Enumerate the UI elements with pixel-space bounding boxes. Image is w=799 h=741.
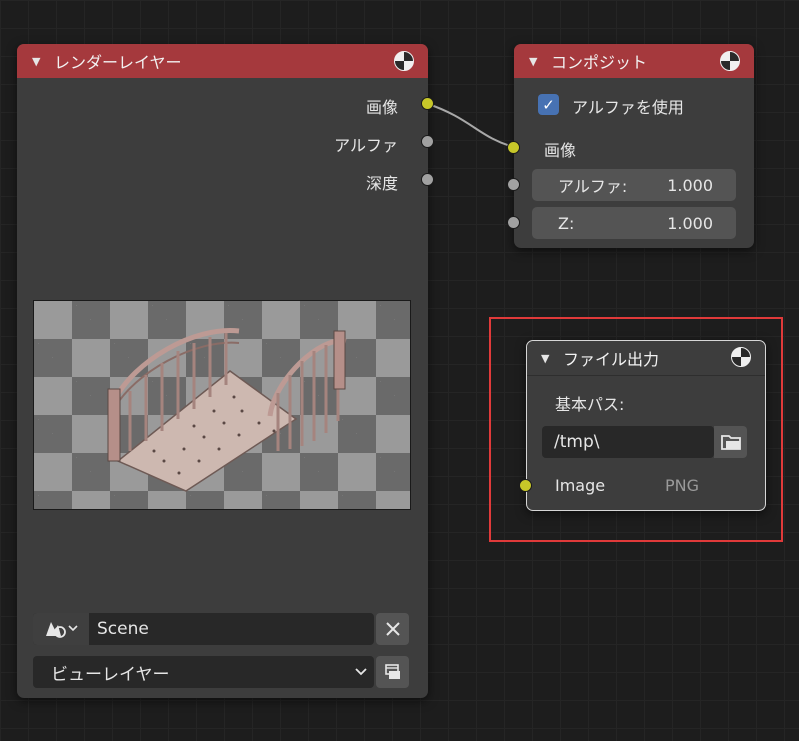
output-depth-label: 深度 <box>365 174 398 193</box>
composite-alpha-input-socket[interactable] <box>507 178 520 191</box>
file-output-image-input-socket[interactable] <box>519 479 532 492</box>
render-icon[interactable] <box>376 656 409 688</box>
z-field[interactable]: Z: 1.000 <box>532 207 736 239</box>
alpha-label: アルファ: <box>558 177 628 196</box>
use-alpha-checkbox[interactable]: ✓ <box>538 94 559 115</box>
close-icon[interactable] <box>376 613 409 645</box>
input-image-label: 画像 <box>544 141 577 160</box>
composite-node[interactable]: ▼ コンポジット ✓ アルファを使用 画像 アルファ: 1.000 Z: 1.0… <box>514 44 754 248</box>
chevron-down-icon[interactable]: ▼ <box>529 55 545 68</box>
scene-selector[interactable]: Scene <box>33 613 374 645</box>
pin-icon[interactable] <box>720 51 740 71</box>
z-value: 1.000 <box>667 213 713 233</box>
chevron-down-icon[interactable]: ▼ <box>32 55 48 68</box>
output-alpha-label: アルファ <box>334 136 398 155</box>
node-title: レンダーレイヤー <box>54 53 182 72</box>
render-depth-output-socket[interactable] <box>421 173 434 186</box>
chevron-down-icon <box>354 662 368 682</box>
render-alpha-output-socket[interactable] <box>421 135 434 148</box>
composite-header[interactable]: ▼ コンポジット <box>514 44 754 78</box>
alpha-value: 1.000 <box>667 175 713 195</box>
output-image-label: 画像 <box>365 98 398 117</box>
view-layer-dropdown[interactable]: ビューレイヤー <box>33 656 374 688</box>
use-alpha-label: アルファを使用 <box>572 98 684 117</box>
scene-value: Scene <box>97 619 149 639</box>
z-label: Z: <box>558 213 575 233</box>
composite-z-input-socket[interactable] <box>507 216 520 229</box>
composite-image-input-socket[interactable] <box>507 141 520 154</box>
pin-icon[interactable] <box>394 51 414 71</box>
highlight-box <box>489 317 783 542</box>
node-title: コンポジット <box>551 53 648 72</box>
render-preview-image <box>33 300 411 510</box>
scene-icon[interactable] <box>33 613 89 645</box>
render-image-output-socket[interactable] <box>421 97 434 110</box>
render-layers-header[interactable]: ▼ レンダーレイヤー <box>17 44 428 78</box>
view-layer-value: ビューレイヤー <box>51 664 170 685</box>
alpha-field[interactable]: アルファ: 1.000 <box>532 169 736 201</box>
